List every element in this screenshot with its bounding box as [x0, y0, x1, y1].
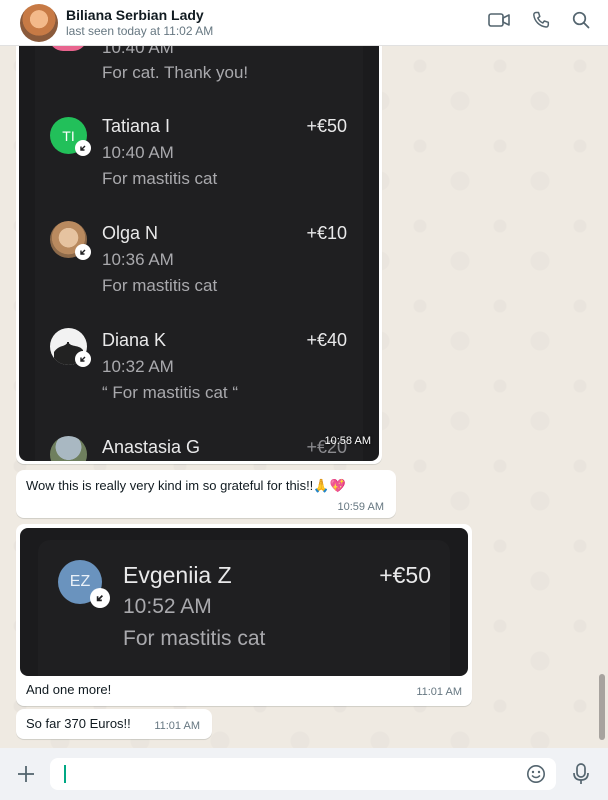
donation-note: For mastitis cat — [102, 169, 218, 188]
donation-note: For mastitis cat — [102, 276, 218, 295]
chat-scrollbar[interactable] — [599, 674, 605, 740]
donor-name: Diana K — [102, 330, 167, 350]
incoming-arrow-icon — [75, 140, 91, 156]
image-message-bubble[interactable]: 10:40 AM For cat. Thank you! TI Tatiana … — [16, 46, 382, 464]
message-bubble[interactable]: Wow this is really very kind im so grate… — [16, 470, 396, 518]
contact-info[interactable]: Biliana Serbian Lady last seen today at … — [66, 7, 213, 39]
chat-header: Biliana Serbian Lady last seen today at … — [0, 0, 608, 46]
donation-amount: +€40 — [306, 330, 347, 350]
donation-note: For mastitis cat — [123, 627, 266, 650]
donation-note: “ For mastitis cat “ — [102, 383, 239, 402]
plus-icon[interactable] — [16, 764, 36, 789]
message-time: 10:59 AM — [337, 501, 384, 513]
donation-time: 10:32 AM — [102, 357, 174, 376]
donation-amount: +€50 — [306, 116, 347, 136]
contact-avatar[interactable] — [20, 3, 58, 42]
message-time: 11:01 AM — [154, 720, 200, 732]
last-seen-status: last seen today at 11:02 AM — [66, 23, 214, 38]
message-input[interactable] — [50, 758, 556, 790]
image-caption: And one more! — [26, 682, 112, 697]
donations-screenshot-1[interactable]: 10:40 AM For cat. Thank you! TI Tatiana … — [19, 46, 379, 461]
search-icon[interactable] — [572, 11, 590, 29]
donations-screenshot-2[interactable]: EZ Evgeniia Z +€50 10:52 AM For mastitis… — [20, 528, 468, 676]
text-caret — [64, 765, 66, 783]
donor-name: Tatiana I — [102, 116, 171, 136]
phone-icon[interactable] — [532, 11, 550, 29]
donor-name: Olga N — [102, 223, 159, 243]
video-call-icon[interactable] — [488, 12, 510, 28]
incoming-arrow-icon — [75, 351, 91, 367]
message-text: So far 370 Euros!! — [26, 716, 131, 731]
donor-name: Anastasia G — [102, 437, 201, 457]
donation-amount: +€50 — [379, 562, 431, 588]
chat-area[interactable]: 10:40 AM For cat. Thank you! TI Tatiana … — [0, 46, 608, 748]
message-text: Wow this is really very kind im so grate… — [26, 478, 346, 493]
incoming-arrow-icon — [75, 244, 91, 260]
partial-entry-note: For cat. Thank you! — [102, 63, 249, 82]
donation-time: 10:52 AM — [123, 595, 212, 618]
donation-amount: +€10 — [306, 223, 347, 243]
donation-time: 10:40 AM — [102, 143, 174, 162]
emoji-icon[interactable] — [526, 764, 546, 789]
image-message-bubble[interactable]: EZ Evgeniia Z +€50 10:52 AM For mastitis… — [16, 524, 472, 706]
partial-entry-time: 10:40 AM — [102, 46, 174, 57]
message-bubble[interactable]: So far 370 Euros!! 11:01 AM — [16, 709, 212, 739]
contact-name: Biliana Serbian Lady — [66, 6, 204, 23]
microphone-icon[interactable] — [572, 762, 590, 791]
incoming-arrow-icon — [90, 588, 110, 608]
compose-bar — [0, 748, 608, 800]
image-timestamp: 10:58 AM — [324, 435, 371, 447]
donation-time: 10:36 AM — [102, 250, 174, 269]
donor-name: Evgeniia Z — [123, 562, 232, 588]
message-time: 11:01 AM — [416, 686, 462, 698]
